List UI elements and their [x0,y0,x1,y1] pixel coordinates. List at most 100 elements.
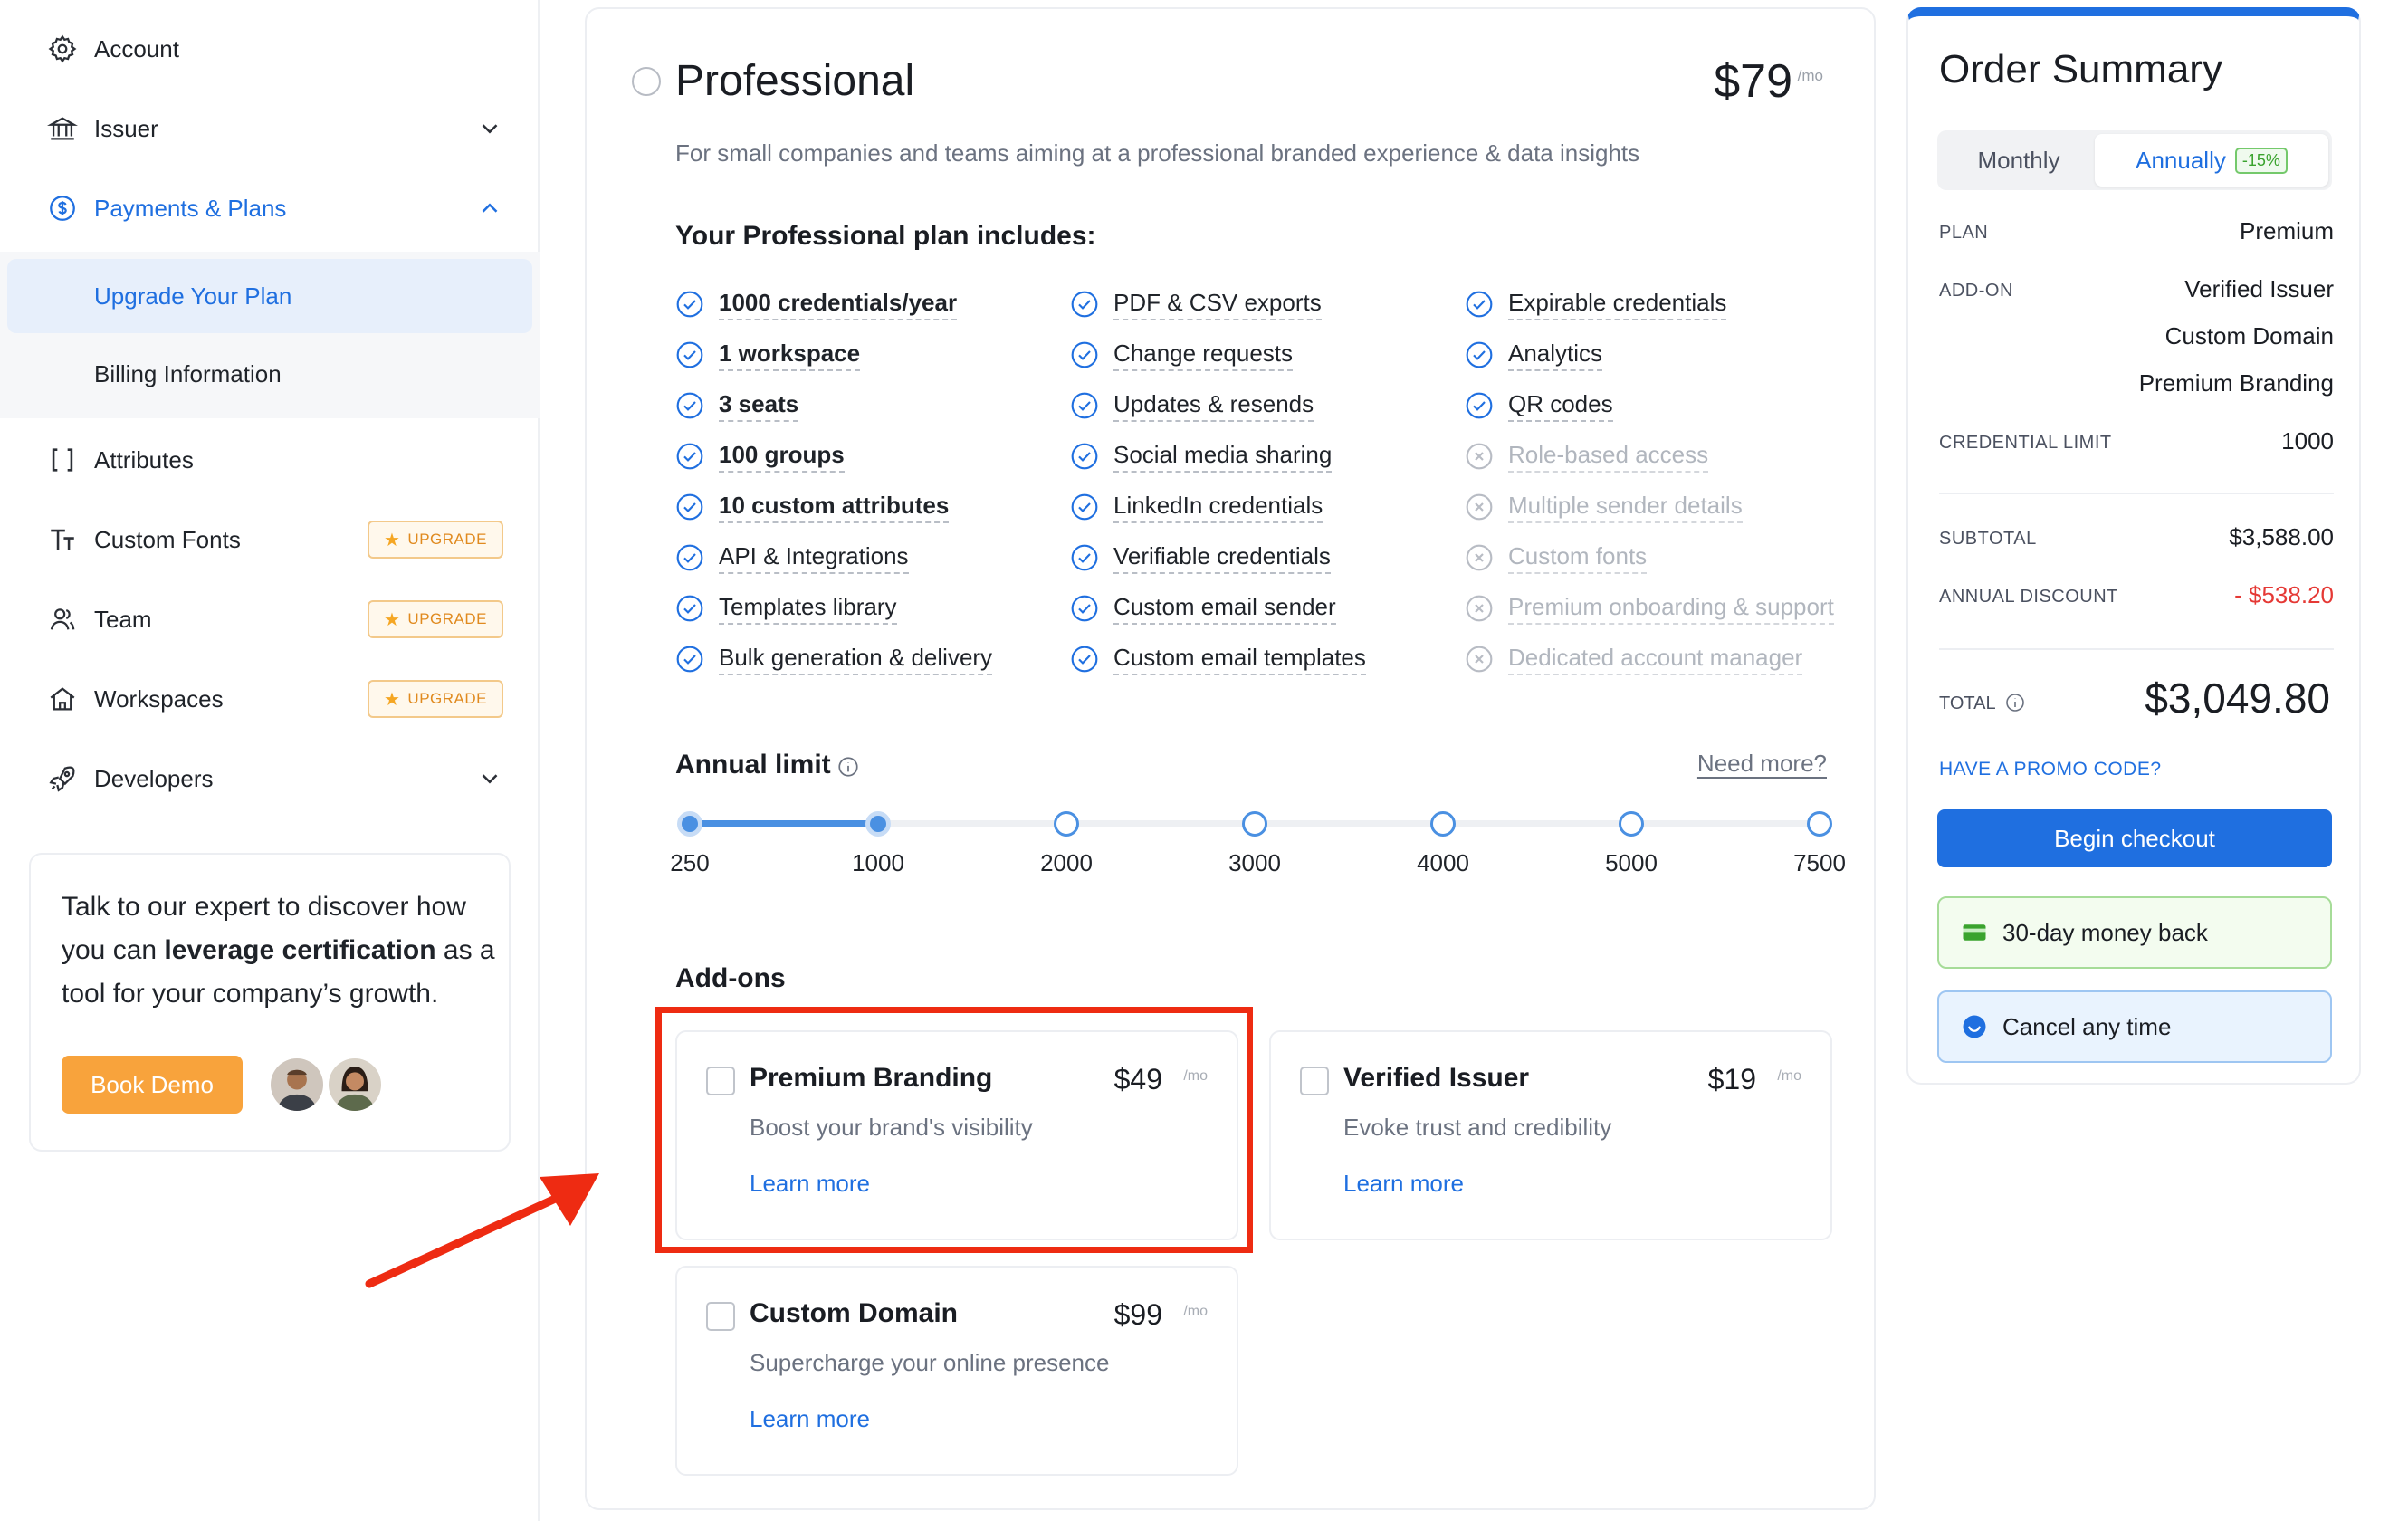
summary-label: CREDENTIAL LIMIT [1939,433,2112,453]
sidebar-item-label: Workspaces [94,684,224,713]
addon-name: Custom Domain [750,1298,959,1328]
feature-label: 100 groups [719,440,845,473]
sidebar-item-label: Billing Information [94,359,282,387]
sidebar-item-workspaces[interactable]: Workspaces ★ UPGRADE [0,663,540,735]
chevron-up-icon[interactable] [476,195,503,222]
plan-price: $79 [1714,55,1792,108]
check-circle-icon [675,543,704,572]
upgrade-badge[interactable]: ★ UPGRADE [368,521,503,559]
text-size-icon [47,524,78,555]
feature-item: Custom email templates [1070,641,1366,677]
check-circle-icon [1070,442,1099,471]
plan-radio[interactable] [632,67,661,96]
feature-label: Dedicated account manager [1508,643,1803,675]
slider-stop[interactable] [1430,811,1456,837]
feature-item: LinkedIn credentials [1070,489,1323,525]
total-label: TOTAL [1939,694,1996,713]
feature-label: Analytics [1508,339,1603,371]
sidebar-item-issuer[interactable]: Issuer [0,92,540,165]
addon-card-custom-domain[interactable]: Custom Domain $99 /mo Supercharge your o… [675,1266,1238,1476]
sidebar-item-account[interactable]: Account [0,13,540,85]
sidebar-item-custom-fonts[interactable]: Custom Fonts ★ UPGRADE [0,503,540,576]
feature-item: Bulk generation & delivery [675,641,993,677]
sidebar-item-attributes[interactable]: Attributes [0,424,540,496]
feature-label: Role-based access [1508,440,1709,473]
sidebar: Account Issuer Payments & Plans Upgrade … [0,0,540,1521]
upgrade-badge[interactable]: ★ UPGRADE [368,680,503,718]
cancel-text: Cancel any time [2002,1012,2172,1040]
bank-icon [47,113,78,144]
home-icon [47,684,78,714]
feature-label: Bulk generation & delivery [719,643,993,675]
feature-item: 1 workspace [675,337,861,373]
upgrade-badge[interactable]: ★ UPGRADE [368,600,503,638]
addon-checkbox[interactable] [706,1302,735,1331]
slider-stop[interactable] [677,811,702,837]
sidebar-item-payments[interactable]: Payments & Plans [0,172,540,244]
summary-row-discount: ANNUAL DISCOUNT - $538.20 [1939,578,2334,614]
book-demo-button[interactable]: Book Demo [62,1056,243,1114]
feature-item: Multiple sender details [1465,489,1743,525]
feature-item: Premium onboarding & support [1465,590,1834,627]
sidebar-item-developers[interactable]: Developers [0,742,540,815]
info-icon[interactable] [2004,692,2026,713]
learn-more-link[interactable]: Learn more [1343,1170,1464,1198]
chevron-down-icon[interactable] [476,765,503,792]
toggle-annually[interactable]: Annually -15% [2095,134,2328,187]
feature-label: Custom fonts [1508,541,1648,574]
summary-row-plan: PLAN Premium [1939,214,2334,250]
rocket-icon [47,763,78,794]
feature-item: Custom email sender [1070,590,1336,627]
check-circle-icon [1070,391,1099,420]
feature-label: QR codes [1508,389,1613,422]
feature-label: Expirable credentials [1508,288,1727,320]
feature-item: PDF & CSV exports [1070,286,1322,322]
check-circle-icon [675,493,704,521]
star-icon: ★ [383,530,401,550]
smile-icon [1963,1015,1986,1038]
slider-stop[interactable] [1054,811,1079,837]
brackets-icon [47,445,78,475]
x-circle-icon [1465,645,1494,674]
learn-more-link[interactable]: Learn more [750,1405,870,1433]
slider-stop-label: 250 [670,849,710,876]
feature-label: Custom email sender [1113,592,1336,625]
addon-checkbox[interactable] [1300,1067,1329,1095]
slider-stop[interactable] [1242,811,1267,837]
divider [1939,493,2334,494]
slider-stop[interactable] [1807,811,1832,837]
info-icon[interactable] [836,755,860,779]
sidebar-item-billing-information[interactable]: Billing Information [7,337,532,411]
toggle-monthly[interactable]: Monthly [1937,130,2100,190]
feature-item: API & Integrations [675,540,909,576]
addon-description: Supercharge your online presence [750,1349,1110,1376]
sidebar-item-upgrade-plan[interactable]: Upgrade Your Plan [7,259,532,333]
sidebar-item-team[interactable]: Team ★ UPGRADE [0,583,540,655]
x-circle-icon [1465,493,1494,521]
addon-price: $99 [1113,1298,1162,1331]
begin-checkout-button[interactable]: Begin checkout [1937,809,2332,867]
annual-limit-title: Annual limit [675,750,831,780]
feature-label: Social media sharing [1113,440,1333,473]
promo-code-link[interactable]: HAVE A PROMO CODE? [1939,759,2162,780]
addon-description: Evoke trust and credibility [1343,1114,1612,1141]
credit-card-icon [1963,924,1986,941]
feature-item: Verifiable credentials [1070,540,1331,576]
payments-submenu: Upgrade Your Plan Billing Information [0,252,540,418]
check-circle-icon [1465,391,1494,420]
star-icon: ★ [383,689,401,710]
x-circle-icon [1465,543,1494,572]
slider-stop[interactable] [865,811,891,837]
need-more-link[interactable]: Need more? [1697,750,1827,778]
slider-stop[interactable] [1619,811,1644,837]
addon-card-verified-issuer[interactable]: Verified Issuer $19 /mo Evoke trust and … [1269,1030,1832,1240]
sidebar-item-label: Team [94,605,152,633]
avatar [268,1056,326,1114]
summary-row-addon: Premium Branding [1939,366,2334,402]
feature-item: 3 seats [675,387,799,424]
feature-item: 10 custom attributes [675,489,950,525]
summary-label: ANNUAL DISCOUNT [1939,587,2118,607]
sidebar-item-label: Account [94,34,179,62]
chevron-down-icon[interactable] [476,115,503,142]
gear-icon [47,33,78,64]
